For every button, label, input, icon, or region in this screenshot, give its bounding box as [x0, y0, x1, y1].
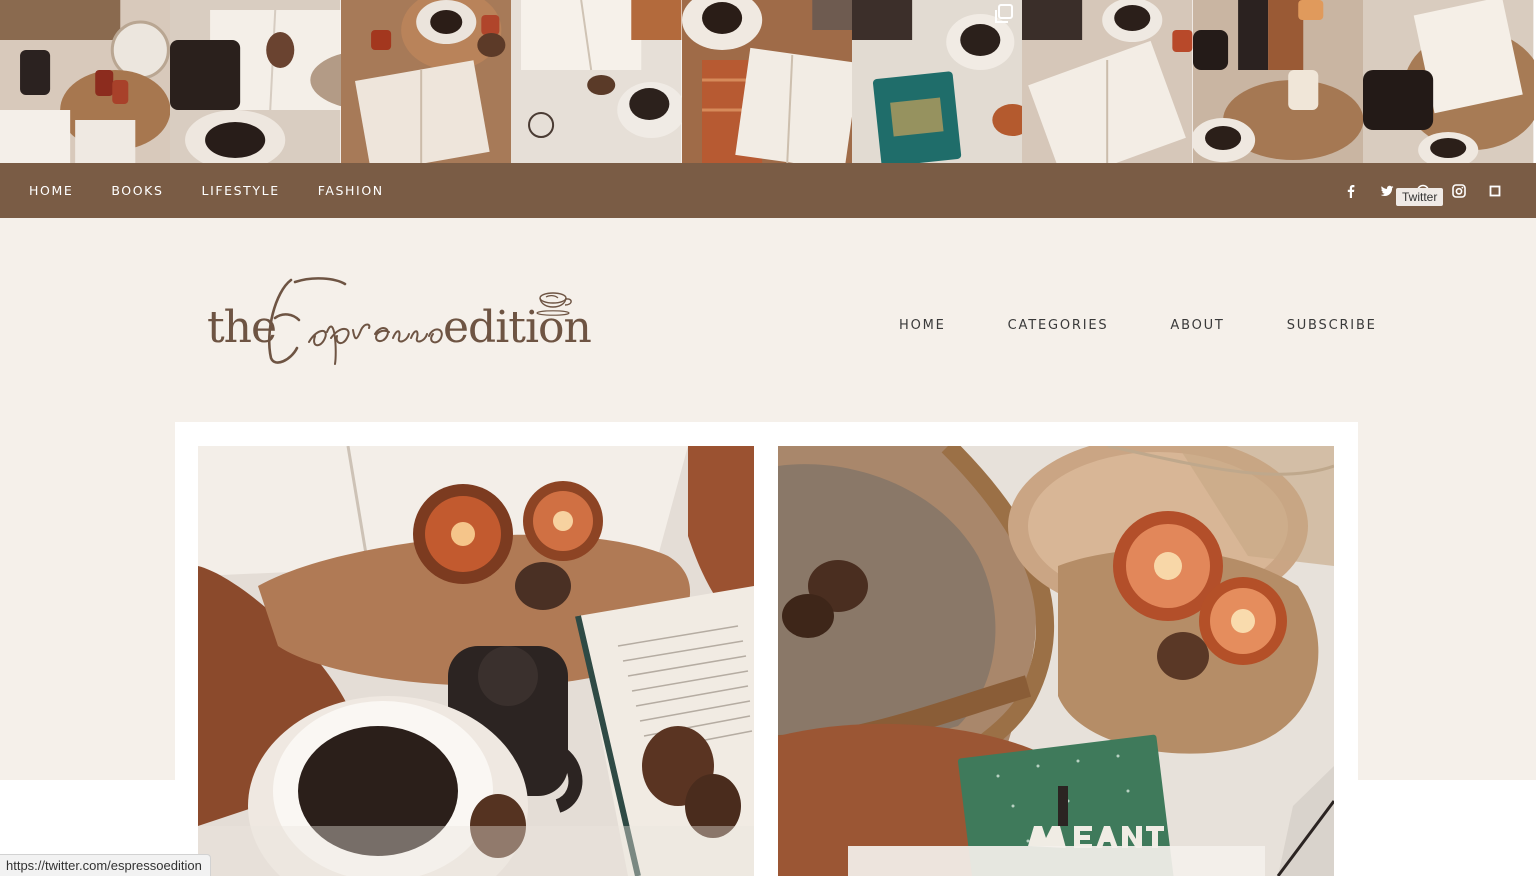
instagram-photo[interactable]: [681, 0, 852, 163]
post-image[interactable]: [198, 446, 754, 876]
tooltip: Twitter: [1396, 188, 1444, 206]
main-nav: HOME CATEGORIES ABOUT SUBSCRIBE: [899, 318, 1377, 333]
instagram-photo[interactable]: [170, 0, 341, 163]
instagram-strip: [0, 0, 1536, 163]
instagram-photo[interactable]: [0, 0, 171, 163]
twitter-icon[interactable]: [1380, 184, 1394, 198]
top-nav-books[interactable]: BOOKS: [111, 183, 163, 198]
logo-script-espresso: [267, 277, 443, 365]
browser-status-url: https://twitter.com/espressoedition: [0, 854, 211, 876]
main-nav-home[interactable]: HOME: [899, 318, 946, 333]
featured-posts: [175, 422, 1358, 876]
top-nav: HOME BOOKS LIFESTYLE FASHION: [29, 163, 384, 218]
top-nav-lifestyle[interactable]: LIFESTYLE: [202, 183, 280, 198]
coffee-cup-icon: [536, 292, 572, 316]
main-nav-categories[interactable]: CATEGORIES: [1008, 318, 1109, 333]
instagram-photo[interactable]: [851, 0, 1023, 163]
top-nav-home[interactable]: HOME: [29, 183, 73, 198]
bloglovin-icon[interactable]: [1488, 184, 1502, 198]
instagram-photo[interactable]: [340, 0, 512, 163]
multiple-photos-icon: [995, 4, 1014, 23]
top-navigation-bar: HOME BOOKS LIFESTYLE FASHION: [0, 163, 1536, 218]
facebook-icon[interactable]: [1344, 184, 1358, 198]
instagram-photo[interactable]: [1192, 0, 1364, 163]
top-nav-fashion[interactable]: FASHION: [318, 183, 384, 198]
main-nav-subscribe[interactable]: SUBSCRIBE: [1287, 318, 1377, 333]
main-nav-about[interactable]: ABOUT: [1170, 318, 1224, 333]
instagram-photo[interactable]: [511, 0, 682, 163]
site-logo[interactable]: the edition: [205, 268, 592, 368]
post-caption-box: [848, 846, 1265, 876]
instagram-photo[interactable]: [1363, 0, 1534, 163]
post-image[interactable]: [778, 446, 1334, 876]
instagram-photo[interactable]: [1022, 0, 1193, 163]
instagram-icon[interactable]: [1452, 183, 1466, 198]
